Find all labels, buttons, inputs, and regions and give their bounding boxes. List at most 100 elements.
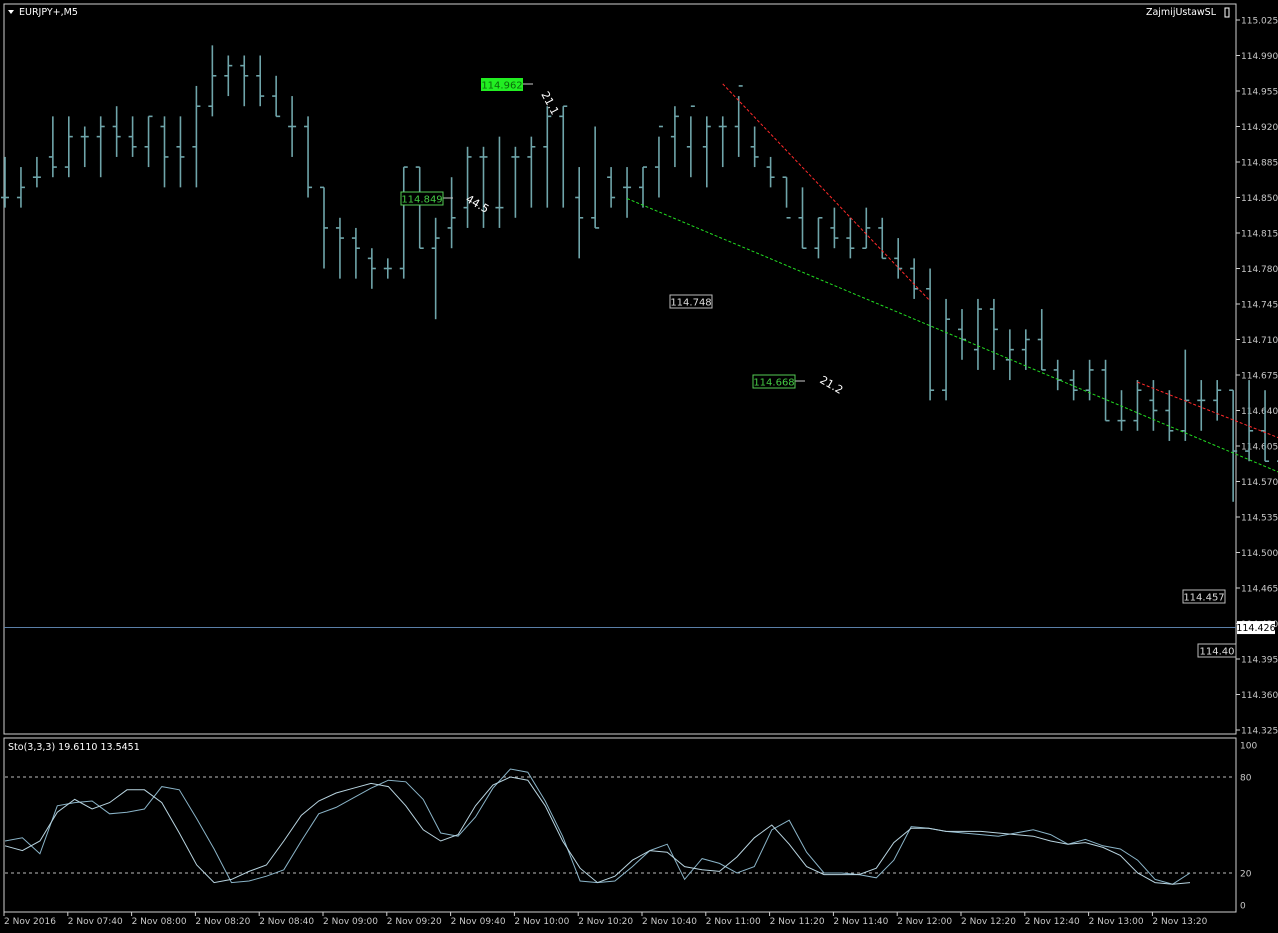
price-tick-label: 114.500 xyxy=(1241,549,1278,559)
ohlc-bar xyxy=(431,217,440,320)
stochastic-line xyxy=(4,776,1191,885)
ohlc-bar xyxy=(272,75,281,118)
price-tick-label: 114.640 xyxy=(1241,407,1278,417)
ohlc-bar xyxy=(1037,309,1046,371)
dropdown-triangle-icon[interactable] xyxy=(8,10,14,14)
ohlc-bar xyxy=(16,167,25,208)
price-tick-label: 114.990 xyxy=(1241,52,1278,62)
ohlc-bar xyxy=(862,207,871,250)
current-price-tag: 114.426 xyxy=(1236,621,1276,635)
ohlc-bar xyxy=(734,85,743,157)
time-tick-label: 2 Nov 08:00 xyxy=(132,917,187,927)
ohlc-bar xyxy=(623,167,632,218)
ohlc-bar xyxy=(320,186,328,269)
trendlines[interactable] xyxy=(443,83,1278,654)
price-tick-label: 114.675 xyxy=(1241,372,1278,382)
price-tick-label: 114.710 xyxy=(1241,336,1278,346)
label-end-green[interactable]: 114.40 xyxy=(1197,643,1237,658)
ohlc-bar xyxy=(208,45,217,117)
ohlc-bar xyxy=(973,298,982,370)
ohlc-bar xyxy=(591,126,600,229)
ohlc-bar xyxy=(192,85,201,188)
ohlc-bar xyxy=(112,106,121,157)
ohlc-bar xyxy=(654,125,663,198)
ohlc-bar xyxy=(1165,390,1174,441)
ohlc-bar xyxy=(1053,359,1062,391)
ohlc-bar xyxy=(447,177,456,249)
time-tick-label: 2 Nov 12:40 xyxy=(1025,917,1080,927)
ohlc-bar xyxy=(96,116,105,178)
ohlc-bar xyxy=(495,136,504,228)
trading-chart[interactable]: EURJPY+,M5 ZajmijUstawSL 115.025 114.990 1… xyxy=(0,0,1278,933)
green-trendline[interactable] xyxy=(626,198,1278,654)
expert-status-icon xyxy=(1224,7,1230,18)
time-tick-label: 2 Nov 10:40 xyxy=(642,917,697,927)
red-trendline[interactable] xyxy=(722,83,931,302)
stochastic-line xyxy=(4,768,1191,885)
time-tick-label: 2 Nov 10:20 xyxy=(578,917,633,927)
ohlc-bar xyxy=(511,146,520,218)
ohlc-bar xyxy=(160,116,169,188)
red-angle-label: 21.1 xyxy=(538,89,561,117)
ohlc-bar xyxy=(686,105,695,178)
main-chart-frame xyxy=(3,3,1237,735)
ohlc-bar xyxy=(782,176,791,219)
time-tick-label: 2 Nov 08:20 xyxy=(195,917,250,927)
ohlc-bar xyxy=(1021,329,1030,370)
stochastic-title: Sto(3,3,3) 19.6110 13.5451 xyxy=(8,742,140,753)
ohlc-bar xyxy=(846,217,855,259)
ohlc-bar xyxy=(1181,349,1190,441)
ohlc-bar xyxy=(1133,380,1142,431)
ohlc-bar xyxy=(989,298,998,370)
ohlc-bar xyxy=(942,298,951,401)
ohlc-bar xyxy=(415,166,424,250)
expert-label: ZajmijUstawSL xyxy=(1146,7,1217,18)
label-high[interactable]: 114.962 xyxy=(481,78,523,92)
price-tick-label: 114.535 xyxy=(1241,514,1278,524)
ohlc-bar xyxy=(1213,380,1222,421)
time-axis: 2 Nov 2016 2 Nov 07:40 2 Nov 08:00 2 Nov 08… xyxy=(3,912,1208,927)
ohlc-bar xyxy=(958,309,966,360)
ohlc-bar xyxy=(64,116,73,178)
ohlc-bar xyxy=(256,55,265,107)
label-mid-right-text: 114.748 xyxy=(670,298,711,309)
price-tick-label: 114.325 xyxy=(1241,727,1278,737)
ohlc-bar xyxy=(1101,359,1110,422)
price-tick-label: 114.465 xyxy=(1241,585,1278,595)
time-tick-label: 2 Nov 12:00 xyxy=(897,917,952,927)
ohlc-bar xyxy=(750,126,759,168)
ohlc-bar xyxy=(910,258,919,299)
current-price-label: 114.426 xyxy=(1236,623,1275,634)
price-tick-label: 114.570 xyxy=(1241,478,1278,488)
label-mid-left-text: 114.849 xyxy=(401,195,442,206)
label-low-green[interactable]: 114.668 xyxy=(752,374,796,389)
ohlc-bar xyxy=(543,106,552,208)
ohlc-bar xyxy=(894,238,903,279)
ohlc-bar xyxy=(224,55,233,97)
time-tick-label: 2 Nov 07:40 xyxy=(68,917,123,927)
time-tick-label: 2 Nov 09:00 xyxy=(323,917,378,927)
ohlc-bar xyxy=(128,116,137,157)
ohlc-bar xyxy=(479,146,488,228)
ohlc-bar xyxy=(798,187,807,250)
ohlc-bar xyxy=(1005,329,1014,381)
ohlc-bar xyxy=(702,116,711,188)
label-mid-right[interactable]: 114.748 xyxy=(669,294,713,309)
symbol-label: EURJPY+,M5 xyxy=(19,7,78,18)
time-tick-label: 2 Nov 11:00 xyxy=(706,917,761,927)
time-tick-label: 2 Nov 09:40 xyxy=(451,917,506,927)
label-end-red[interactable]: 114.457 xyxy=(1182,589,1226,604)
label-mid-left[interactable]: 114.849 xyxy=(400,191,444,206)
ohlc-bar xyxy=(559,105,568,208)
ohlc-bar xyxy=(80,126,89,168)
time-tick-label: 2 Nov 09:20 xyxy=(387,917,442,927)
ohlc-bar xyxy=(926,268,935,401)
ohlc-bar xyxy=(48,116,57,178)
label-end-green-text: 114.40 xyxy=(1200,647,1235,658)
price-tick-label: 114.780 xyxy=(1241,265,1278,275)
ohlc-bars xyxy=(1,45,1278,502)
price-tick-label: 114.745 xyxy=(1241,301,1278,311)
price-tick-label: 115.025 xyxy=(1241,17,1278,27)
oscillator-tick-label: 100 xyxy=(1240,742,1257,752)
ohlc-bar xyxy=(463,146,472,228)
